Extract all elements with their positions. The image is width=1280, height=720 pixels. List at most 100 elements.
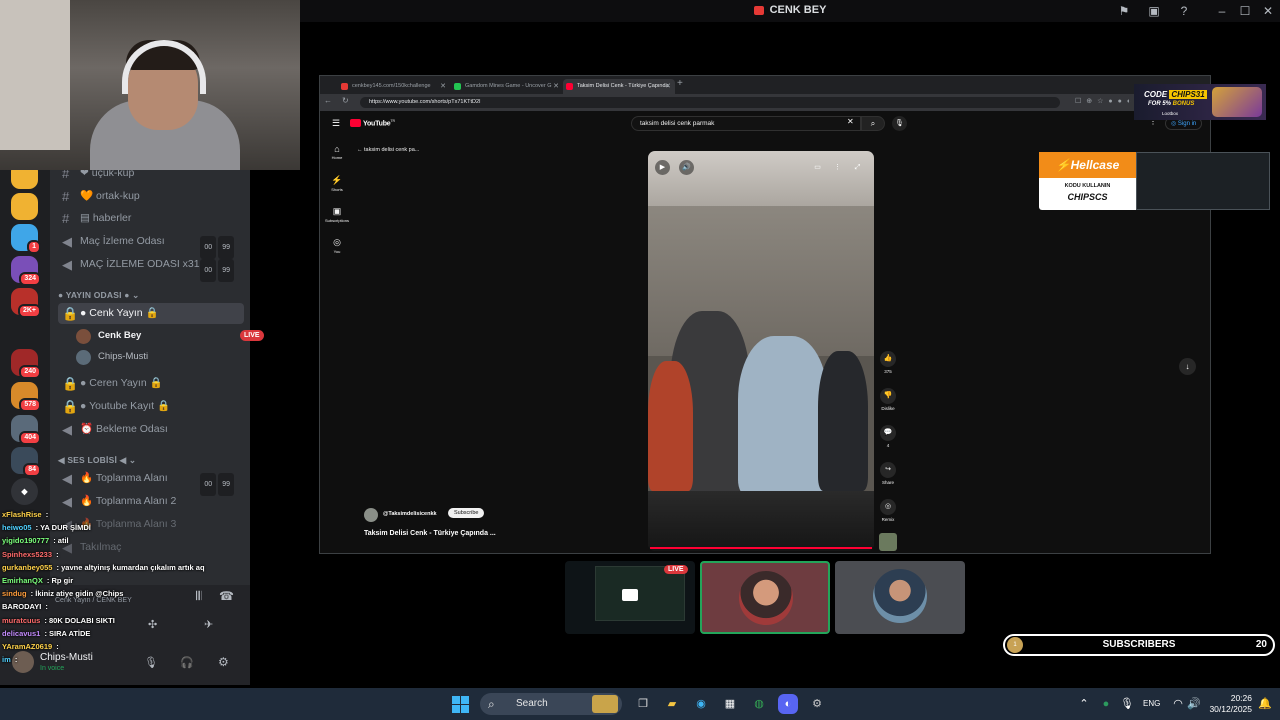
unread-badge: 2K+ xyxy=(17,304,41,318)
voice-channel-toplanma[interactable]: ◀ 🔥 Toplanma Alanı 00 99 xyxy=(58,468,244,496)
share-button[interactable]: ↪ Share xyxy=(877,462,899,485)
discover-icon[interactable]: ◆ xyxy=(11,478,38,505)
inbox-icon[interactable]: ▣ xyxy=(1146,3,1162,19)
sidebar-item-subscriptions[interactable]: ▣ Subscriptions xyxy=(324,206,350,223)
voice-channel-mac-izleme[interactable]: ◀ Maç İzleme Odası 00 99 xyxy=(58,231,244,259)
help-icon[interactable]: ? xyxy=(1176,3,1192,19)
voice-user-chips-musti[interactable]: Chips-Musti xyxy=(76,347,148,367)
channel-name[interactable]: @Taksimdelisicenkk xyxy=(383,511,437,517)
server-icon[interactable]: 578 xyxy=(11,382,41,412)
youtube-search-input[interactable]: taksim delisi cenk parmak xyxy=(631,116,861,131)
comments-button[interactable]: 💬 4 xyxy=(877,425,899,448)
edge-icon[interactable]: ◉ xyxy=(691,694,711,714)
search-icon[interactable]: ⌕ xyxy=(861,116,885,131)
next-short-button[interactable]: ↓ xyxy=(1179,358,1196,375)
more-options-icon[interactable]: ⋮ xyxy=(830,160,845,175)
fullscreen-icon[interactable]: ⤢ xyxy=(850,160,865,175)
voice-channel-ceren-yayin[interactable]: 🔒 ● Ceren Yayın 🔒 xyxy=(58,373,244,394)
remix-button[interactable]: ◎ Remix xyxy=(877,499,899,522)
chrome-icon[interactable]: ◍ xyxy=(749,694,769,714)
captions-icon[interactable]: ▭ xyxy=(810,160,825,175)
notification-bell-icon[interactable]: 🔔 xyxy=(1255,694,1275,714)
participant-tile[interactable] xyxy=(835,561,965,634)
tray-chevron-icon[interactable]: ⌃ xyxy=(1074,694,1094,714)
tray-app-icon[interactable]: ● xyxy=(1096,694,1116,714)
subscriptions-icon: ▣ xyxy=(332,206,342,216)
windows-start-icon[interactable] xyxy=(452,696,469,713)
voice-channel-cenk-yayin[interactable]: 🔒 ● Cenk Yayın 🔒 xyxy=(58,303,244,324)
tab-gamdom[interactable]: Gamdom Mines Game - Uncover G ✕ xyxy=(451,79,563,94)
short-title[interactable]: Taksim Delisi Cenk - Türkiye Çapında ... xyxy=(364,530,496,537)
store-icon[interactable]: ▦ xyxy=(720,694,740,714)
unread-badge: 578 xyxy=(19,398,41,412)
screen-share-tile[interactable]: LIVE xyxy=(565,561,695,634)
close-tab-icon[interactable]: ✕ xyxy=(553,79,559,94)
settings-gear-icon[interactable]: ⚙ xyxy=(218,655,229,669)
channel-haberler[interactable]: # ▤ haberler xyxy=(58,208,244,229)
server-icon[interactable]: 324 xyxy=(11,256,41,286)
server-icon[interactable]: 2K+ xyxy=(11,288,41,318)
voice-user-cenk-bey[interactable]: Cenk Bey LIVE xyxy=(76,326,264,346)
progress-bar[interactable] xyxy=(650,547,872,549)
share-icon: ↪ xyxy=(880,462,896,478)
unread-badge: 324 xyxy=(19,272,41,286)
back-icon[interactable]: ← xyxy=(324,96,332,105)
menu-icon[interactable]: ☰ xyxy=(332,118,340,129)
like-button[interactable]: 👍 375 xyxy=(877,351,899,374)
tab-favicon xyxy=(454,83,461,90)
new-tab-button[interactable]: + xyxy=(677,78,683,89)
chat-message: BARODAYI : xyxy=(2,602,48,612)
participant-tile-speaking[interactable] xyxy=(700,561,830,634)
file-explorer-icon[interactable]: ▰ xyxy=(662,694,682,714)
voice-search-icon[interactable]: 🎙 xyxy=(892,116,907,131)
url-bar[interactable]: https://www.youtube.com/shorts/pTx71KTtD… xyxy=(360,97,1060,108)
play-button[interactable]: ▶ xyxy=(655,160,670,175)
close-tab-icon[interactable]: ✕ xyxy=(440,79,446,94)
task-view-icon[interactable]: ❐ xyxy=(633,694,653,714)
subscribe-button[interactable]: Subscribe xyxy=(448,508,485,518)
server-icon[interactable]: 404 xyxy=(11,415,41,445)
category-yayin-odasi[interactable]: ● YAYIN ODASI ● ⌄ xyxy=(58,290,139,301)
unread-badge: 240 xyxy=(19,365,41,379)
disconnect-icon[interactable]: ☎ xyxy=(219,589,234,603)
server-icon[interactable]: 1 xyxy=(11,224,41,254)
server-icon[interactable]: 84 xyxy=(11,447,41,477)
flag-icon[interactable]: ⚑ xyxy=(1116,3,1132,19)
audio-thumbnail[interactable] xyxy=(879,533,897,551)
voice-channel-youtube-kayit[interactable]: 🔒 ● Youtube Kayıt 🔒 xyxy=(58,396,244,417)
widget-icon[interactable] xyxy=(592,695,618,713)
sidebar-item-home[interactable]: ⌂ Home xyxy=(324,144,350,160)
maximize-button[interactable]: ☐ xyxy=(1237,3,1253,19)
category-ses-lobisi[interactable]: ◀ SES LOBİSİ ◀ ⌄ xyxy=(58,455,136,466)
sidebar-item-shorts[interactable]: ⚡ Shorts xyxy=(324,175,350,192)
server-icon[interactable] xyxy=(11,193,38,220)
taskbar-clock[interactable]: 20:26 30/12/2025 xyxy=(1200,693,1252,715)
voice-channel-mac-izleme-x31[interactable]: ◀ MAÇ İZLEME ODASI x31 00 99 xyxy=(58,254,244,282)
tab-youtube[interactable]: Taksim Delisi Cenk - Türkiye Çapında ✕ xyxy=(563,79,675,94)
youtube-header: ☰ YouTubeTR taksim delisi cenk parmak ✕ … xyxy=(320,111,1210,137)
channel-avatar[interactable] xyxy=(364,508,378,522)
shorts-video-player[interactable]: ▶ 🔊 ▭ ⋮ ⤢ xyxy=(648,151,874,551)
person-figure xyxy=(738,336,828,496)
voice-channel-bekleme-odasi[interactable]: ◀ ⏰ Bekleme Odası xyxy=(58,419,244,440)
youtube-logo[interactable]: YouTubeTR xyxy=(350,119,395,128)
close-button[interactable]: ✕ xyxy=(1260,3,1276,19)
sidebar-item-you[interactable]: ◎ You xyxy=(324,237,350,254)
clear-search-icon[interactable]: ✕ xyxy=(847,117,854,126)
back-to-search[interactable]: ← taksim delisi cenk pa... xyxy=(357,147,419,153)
reload-icon[interactable]: ↻ xyxy=(342,96,349,105)
tray-mic-icon[interactable]: 🎙 xyxy=(1117,694,1137,714)
app-icon[interactable]: ⚙ xyxy=(807,694,827,714)
tab-cenkbey[interactable]: cenkbey145.com/150kchallenge ✕ xyxy=(338,79,450,94)
ad-cars-image xyxy=(1212,87,1262,117)
rocket-icon[interactable]: ✈ xyxy=(204,618,213,631)
channel-ortak-kup[interactable]: # 🧡 ortak-kup xyxy=(58,186,244,207)
close-tab-icon[interactable]: ✕ xyxy=(665,79,671,94)
volume-icon[interactable]: 🔊 xyxy=(679,160,694,175)
dislike-button[interactable]: 👎 Dislike xyxy=(877,388,899,411)
server-icon[interactable]: 240 xyxy=(11,349,41,379)
language-indicator[interactable]: ENG xyxy=(1143,699,1160,708)
chat-message: yigido190777 : atil xyxy=(2,536,69,546)
minimize-button[interactable]: – xyxy=(1214,3,1230,19)
discord-icon[interactable]: ◐ xyxy=(778,694,798,714)
